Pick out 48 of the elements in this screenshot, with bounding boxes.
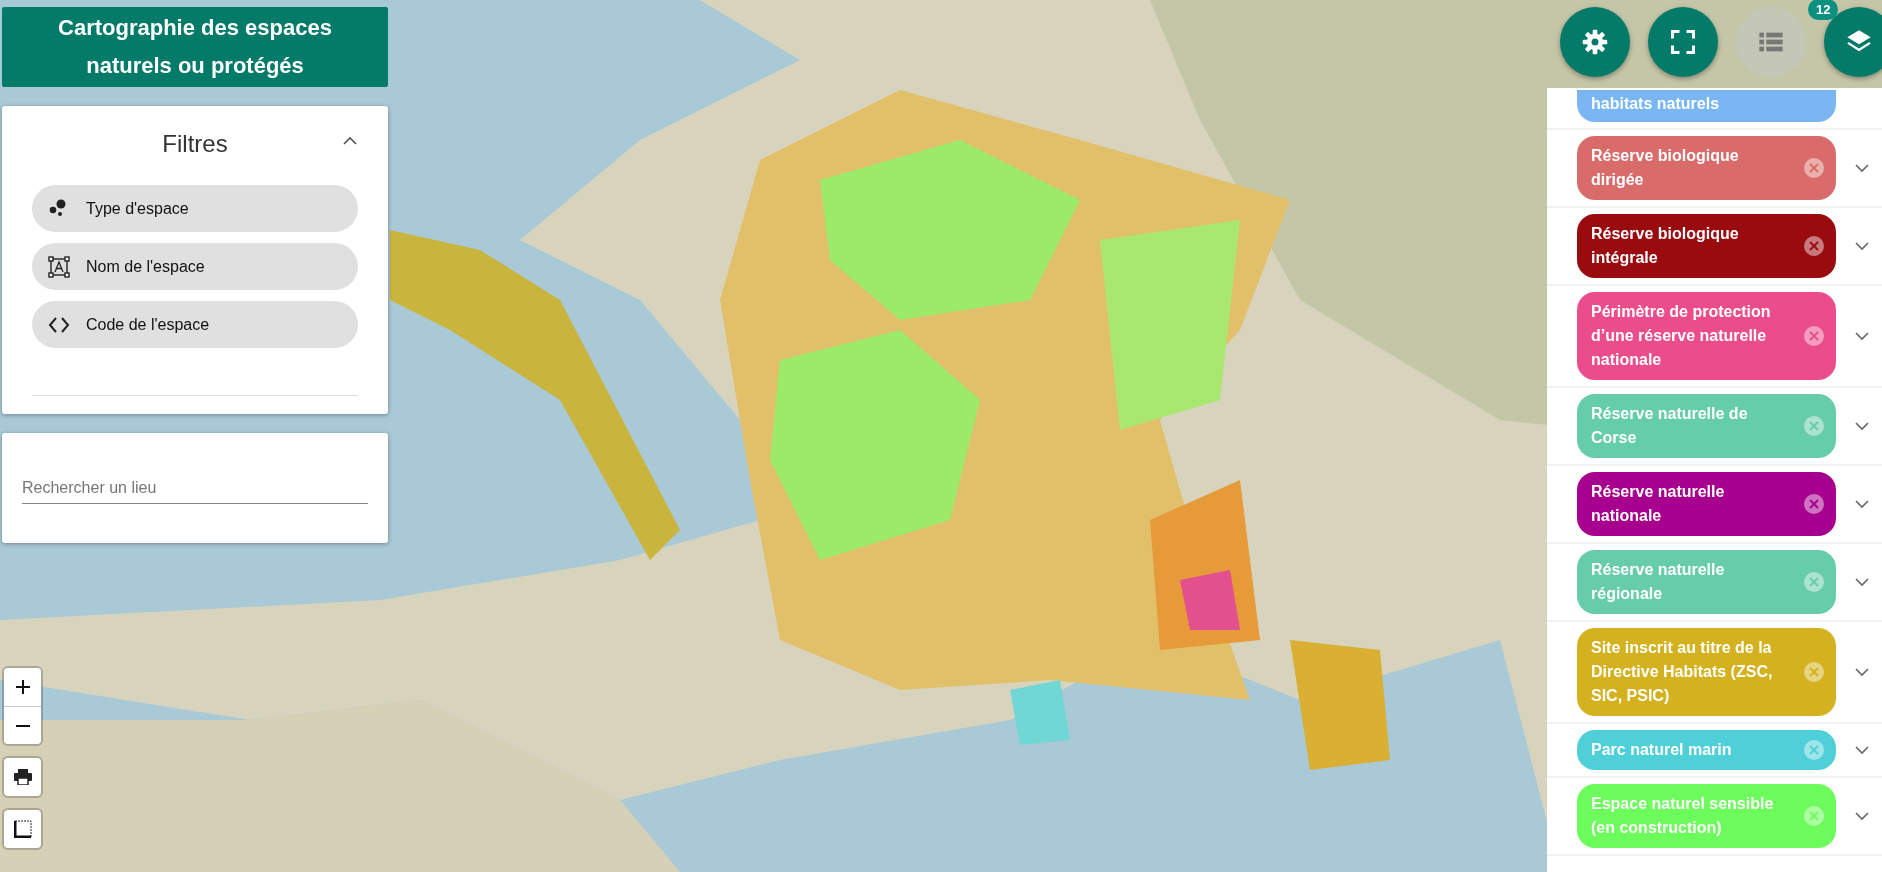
- plus-icon: [14, 679, 31, 695]
- chevron-down-icon[interactable]: [1854, 499, 1870, 509]
- app-title: Cartographie des espaces naturels ou protégés: [2, 7, 388, 87]
- filter-button[interactable]: Code de l'espace: [32, 301, 358, 348]
- layer-chip[interactable]: Réserve biologique intégrale: [1577, 214, 1836, 278]
- text-frame-icon: [48, 255, 70, 278]
- layer-chip[interactable]: Périmètre de protection d’une réserve naturelle nationale: [1577, 292, 1836, 380]
- chevron-down-icon[interactable]: [1854, 331, 1870, 341]
- layer-chip[interactable]: Parc naturel marin: [1577, 730, 1836, 770]
- layer-label: Réserve naturelle régionale: [1591, 560, 1726, 604]
- layer-label: Réserve biologique dirigée: [1591, 146, 1740, 190]
- chevron-down-icon[interactable]: [1854, 667, 1870, 677]
- layer-label: Parc naturel marin: [1591, 740, 1733, 760]
- layer-chip[interactable]: Réserve naturelle nationale: [1577, 472, 1836, 536]
- print-button[interactable]: [4, 758, 41, 796]
- layer-chip[interactable]: Réserve naturelle de Corse: [1577, 394, 1836, 458]
- layer-chip[interactable]: Site inscrit au titre de la Directive Habitats (ZSC, SIC, PSIC): [1577, 628, 1836, 716]
- layer-chip[interactable]: habitats naturels: [1577, 90, 1836, 122]
- gear-icon: [1581, 28, 1609, 56]
- layer-label: Site inscrit au titre de la Directive Habitats (ZSC, SIC, PSIC): [1591, 638, 1774, 706]
- filter-button[interactable]: Type d'espace: [32, 185, 358, 232]
- layer-label: Réserve naturelle nationale: [1591, 482, 1726, 526]
- measure-button[interactable]: [4, 810, 41, 848]
- layer-label: habitats naturels: [1591, 94, 1721, 114]
- layer-label: Espace naturel sensible (en construction): [1591, 794, 1775, 838]
- remove-icon[interactable]: [1804, 236, 1824, 256]
- ruler-icon: [13, 820, 32, 838]
- filter-button[interactable]: Nom de l'espace: [32, 243, 358, 290]
- printer-icon: [13, 769, 32, 785]
- count-badge: 12: [1808, 0, 1839, 20]
- layer-chip[interactable]: Réserve biologique dirigée: [1577, 136, 1836, 200]
- layer-label: Périmètre de protection d’une réserve naturelle nationale: [1591, 302, 1772, 370]
- layer-label: Réserve biologique intégrale: [1591, 224, 1740, 268]
- layer-label: Réserve naturelle de Corse: [1591, 404, 1749, 448]
- chevron-up-icon[interactable]: [342, 136, 358, 146]
- search-input[interactable]: Rechercher un lieu: [22, 472, 368, 504]
- chevron-down-icon[interactable]: [1854, 241, 1870, 251]
- chevron-down-icon[interactable]: [1854, 745, 1870, 755]
- fullscreen-icon: [1669, 28, 1697, 56]
- search-field[interactable]: Rechercher un lieu: [2, 433, 388, 543]
- zoom-in-button[interactable]: [4, 668, 41, 706]
- layer-chip[interactable]: Réserve naturelle régionale: [1577, 550, 1836, 614]
- chevron-down-icon[interactable]: [1854, 163, 1870, 173]
- chevron-down-icon[interactable]: [1854, 811, 1870, 821]
- filters-title: Filtres: [162, 130, 228, 158]
- minus-icon: [14, 723, 31, 728]
- chevron-down-icon[interactable]: [1854, 577, 1870, 587]
- chevron-down-icon[interactable]: [1854, 421, 1870, 431]
